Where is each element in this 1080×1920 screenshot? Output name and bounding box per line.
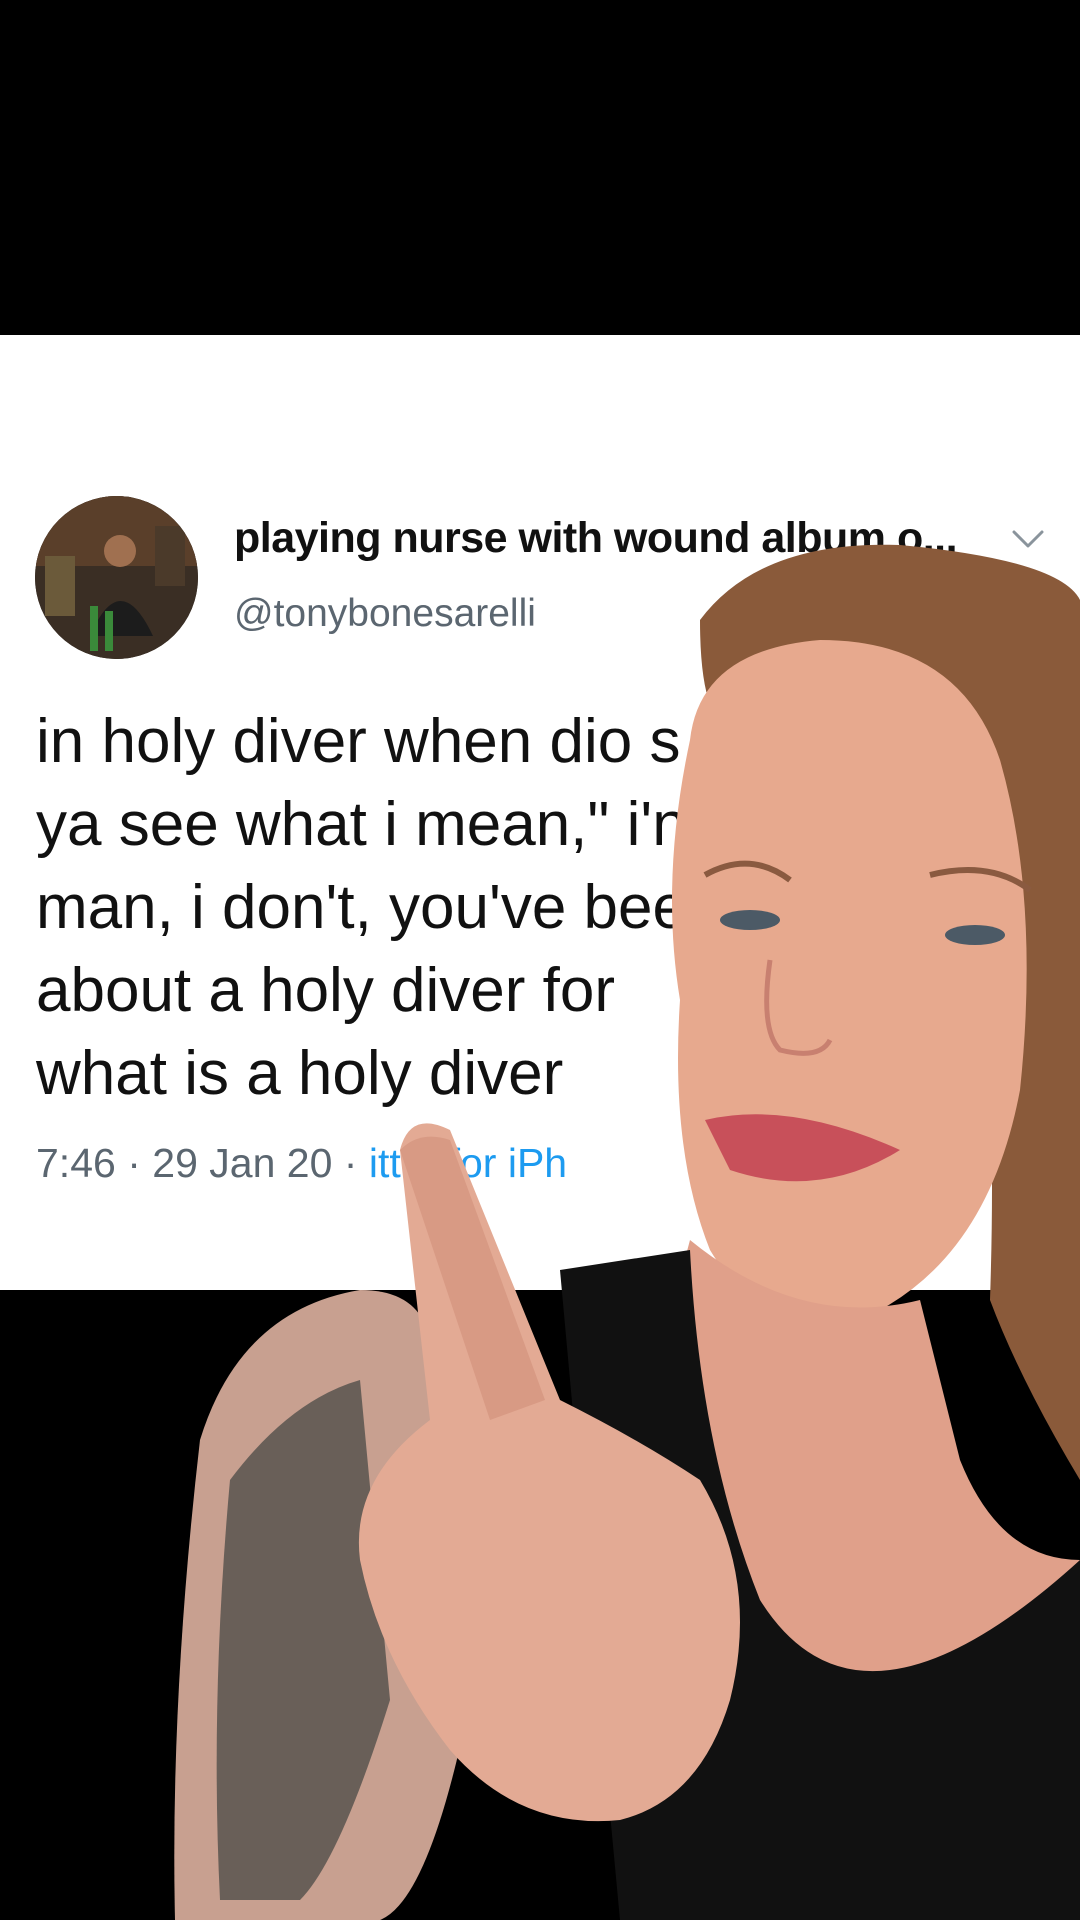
tweet-text: in holy diver when dio s ya see what i m… bbox=[36, 700, 1046, 1115]
display-name[interactable]: playing nurse with wound album o... bbox=[234, 514, 974, 563]
chevron-down-icon[interactable] bbox=[1010, 524, 1046, 554]
tweet-text-line: in holy diver when dio s bbox=[36, 707, 681, 776]
top-letterbox bbox=[0, 0, 1080, 335]
tweet-time: 7:46 bbox=[36, 1140, 116, 1186]
tweet-source-link[interactable]: itter for iPh bbox=[369, 1140, 567, 1186]
bottom-letterbox bbox=[0, 1290, 1080, 1920]
user-handle[interactable]: @tonybonesarelli bbox=[234, 592, 536, 636]
meta-separator: · bbox=[343, 1140, 358, 1186]
tweet-text-line: what is a holy diver bbox=[36, 1039, 564, 1108]
tweet-date: 29 Jan 20 bbox=[152, 1140, 333, 1186]
meta-separator: · bbox=[127, 1140, 141, 1186]
user-avatar[interactable] bbox=[35, 496, 198, 659]
tweet-meta: 7:46 · 29 Jan 20 · itter for iPh bbox=[36, 1140, 567, 1187]
avatar-photo bbox=[35, 496, 198, 659]
tweet-text-line: man, i don't, you've bee bbox=[36, 873, 687, 942]
tweet-text-line: about a holy diver for bbox=[36, 956, 616, 1025]
tweet-text-line: ya see what i mean," i'n bbox=[36, 790, 687, 859]
